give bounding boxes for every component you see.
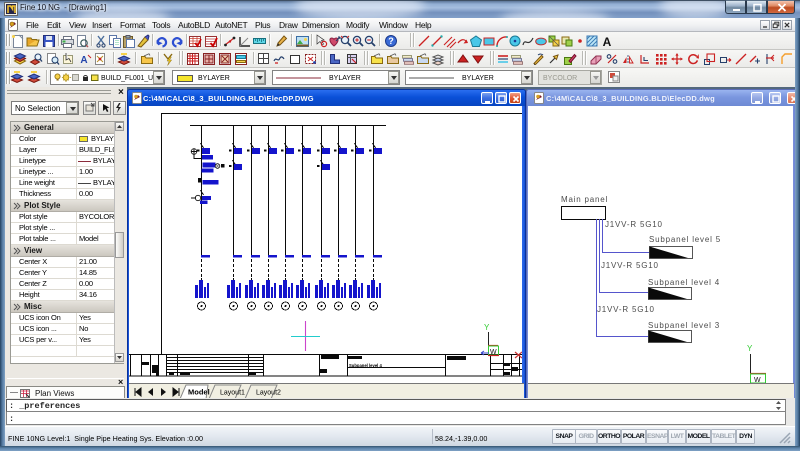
svg-text:A: A <box>80 55 87 66</box>
svg-text:Y: Y <box>747 344 753 353</box>
svg-text:J1VV-R 5G10: J1VV-R 5G10 <box>605 220 663 229</box>
svg-text:Layout2: Layout2 <box>256 390 281 397</box>
svg-text:Subpanel level 3: Subpanel level 3 <box>648 321 720 330</box>
svg-text:Layout1: Layout1 <box>220 390 245 397</box>
svg-text:Main panel: Main panel <box>561 195 608 204</box>
svg-text:J1VV-R 5G10: J1VV-R 5G10 <box>601 261 659 270</box>
svg-text:Subpanel level 5: Subpanel level 5 <box>649 235 721 244</box>
svg-text:Subpanel level 4: Subpanel level 4 <box>648 278 720 287</box>
svg-text:Model: Model <box>188 388 210 397</box>
svg-text:?: ? <box>388 36 394 46</box>
svg-text:Subpanel level 4: Subpanel level 4 <box>349 363 382 368</box>
svg-text:J1VV-R 5G10: J1VV-R 5G10 <box>597 305 655 314</box>
svg-text:Y: Y <box>484 323 490 332</box>
svg-text:A: A <box>603 35 612 49</box>
